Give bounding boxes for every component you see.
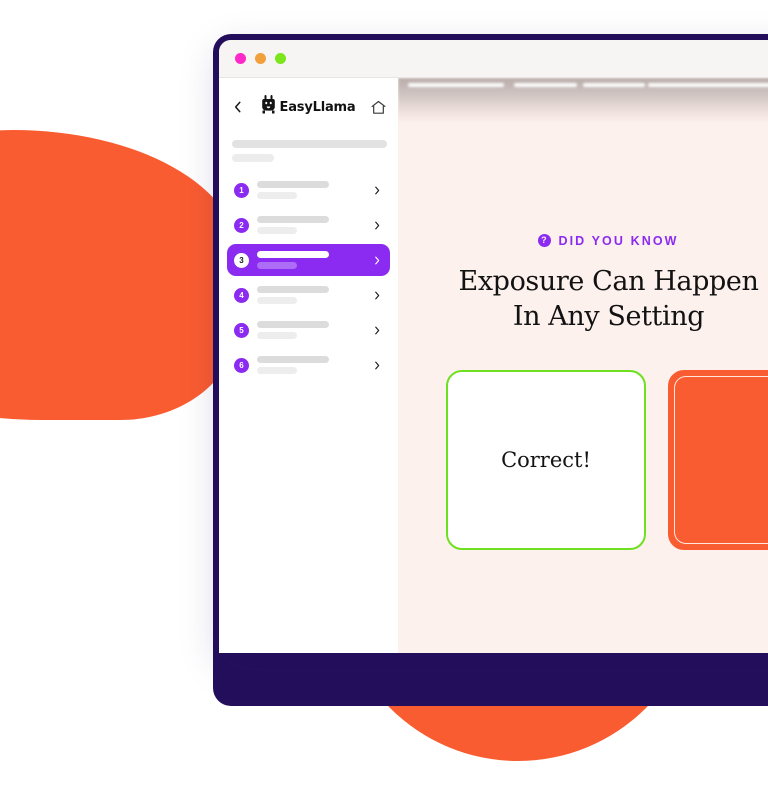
- sidebar-item-3[interactable]: 3: [227, 244, 390, 276]
- back-chevron-icon[interactable]: [230, 99, 246, 115]
- brand-logo[interactable]: EasyLlama: [261, 95, 356, 119]
- sidebar-item-number-badge: 5: [234, 322, 249, 338]
- placeholder-bar: [257, 297, 297, 304]
- headline-line-2: In Any Setting: [512, 301, 705, 333]
- placeholder-bar: [257, 321, 329, 328]
- chevron-right-icon: [372, 183, 382, 197]
- sidebar-item-6[interactable]: 6: [227, 349, 390, 381]
- sidebar-title-placeholder: [227, 136, 390, 174]
- sidebar-item-label-placeholder: [257, 251, 364, 269]
- lesson-content: ? DID YOU KNOW Exposure Can Happen In An…: [398, 78, 768, 653]
- sidebar-item-1[interactable]: 1: [227, 174, 390, 206]
- sidebar-item-5[interactable]: 5: [227, 314, 390, 346]
- sidebar-item-label-placeholder: [257, 356, 364, 374]
- answer-card-list: Correct!: [398, 370, 768, 551]
- window-body: EasyLlama 1 2 3 4 5 6 ? DID YOU KNOW Exposure…: [219, 78, 768, 653]
- scene: EasyLlama 1 2 3 4 5 6 ? DID YOU KNOW Exposure…: [0, 0, 768, 796]
- placeholder-bar: [257, 227, 297, 234]
- close-button-icon[interactable]: [235, 53, 246, 64]
- sidebar-item-label-placeholder: [257, 321, 364, 339]
- placeholder-bar: [257, 181, 329, 188]
- question-mark-icon: ?: [538, 234, 552, 247]
- placeholder-bar: [257, 216, 329, 223]
- placeholder-bar: [257, 251, 329, 258]
- sidebar-item-number-badge: 6: [234, 357, 249, 373]
- headline-line-1: Exposure Can Happen: [458, 266, 759, 297]
- sidebar-header: EasyLlama: [227, 78, 390, 136]
- did-you-know-label: ? DID YOU KNOW: [538, 234, 678, 248]
- placeholder-bar: [232, 140, 387, 148]
- eyebrow-text: DID YOU KNOW: [558, 233, 679, 248]
- brand-name: EasyLlama: [279, 99, 356, 115]
- chevron-right-icon: [372, 218, 382, 232]
- sidebar-item-number-badge: 3: [234, 252, 249, 268]
- chevron-right-icon: [372, 253, 382, 267]
- placeholder-bar: [232, 154, 274, 162]
- placeholder-bar: [257, 367, 297, 374]
- window-titlebar: [219, 40, 768, 78]
- placeholder-bar: [257, 356, 329, 363]
- answer-card-correct[interactable]: Correct!: [446, 370, 646, 551]
- placeholder-bar: [257, 286, 329, 293]
- background-blob-orange: [0, 130, 240, 420]
- chevron-right-icon: [372, 288, 382, 302]
- placeholder-bar: [257, 192, 297, 199]
- placeholder-bar: [257, 262, 297, 269]
- answer-card-selected[interactable]: [668, 370, 768, 551]
- sidebar-item-label-placeholder: [257, 286, 364, 304]
- zoom-button-icon[interactable]: [275, 53, 286, 64]
- app-window: EasyLlama 1 2 3 4 5 6 ? DID YOU KNOW Exposure…: [219, 40, 768, 653]
- sidebar-item-label-placeholder: [257, 216, 364, 234]
- chevron-right-icon: [372, 358, 382, 372]
- page-title: Exposure Can Happen In Any Setting: [444, 264, 768, 334]
- home-icon[interactable]: [370, 99, 387, 116]
- chevron-right-icon: [372, 323, 382, 337]
- placeholder-bar: [257, 332, 297, 339]
- sidebar-item-label-placeholder: [257, 181, 364, 199]
- sidebar-item-4[interactable]: 4: [227, 279, 390, 311]
- sidebar-item-number-badge: 1: [234, 182, 249, 198]
- sidebar-item-number-badge: 2: [234, 217, 249, 233]
- answer-card-label: Correct!: [501, 448, 591, 473]
- llama-mark-icon: [261, 95, 276, 119]
- sidebar-nav-list: 1 2 3 4 5 6: [227, 174, 390, 381]
- traffic-lights: [235, 53, 286, 64]
- sidebar-item-number-badge: 4: [234, 287, 249, 303]
- minimize-button-icon[interactable]: [255, 53, 266, 64]
- answer-card-inner-border: [674, 376, 768, 545]
- content-inner: ? DID YOU KNOW Exposure Can Happen In An…: [398, 78, 768, 551]
- sidebar: EasyLlama 1 2 3 4 5 6: [219, 78, 398, 653]
- sidebar-item-2[interactable]: 2: [227, 209, 390, 241]
